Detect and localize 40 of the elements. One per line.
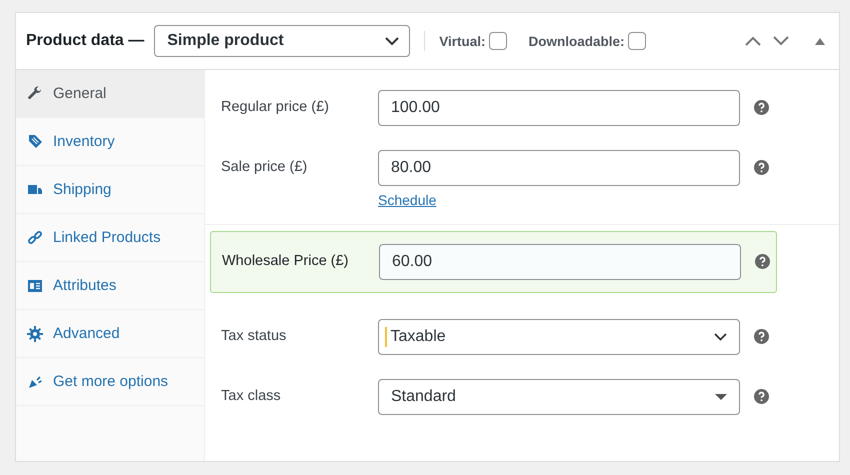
help-icon[interactable] xyxy=(754,389,769,404)
input-field[interactable]: 80.00 xyxy=(378,150,740,186)
sidebar-tab[interactable]: Inventory xyxy=(16,118,204,166)
link-icon xyxy=(27,230,43,246)
help-icon[interactable] xyxy=(754,100,769,115)
input-field[interactable]: 100.00 xyxy=(378,90,740,126)
select-field[interactable]: Taxable xyxy=(378,319,740,355)
checkbox[interactable] xyxy=(628,32,646,50)
sidebar-tab[interactable]: Advanced xyxy=(16,310,204,358)
checkbox[interactable] xyxy=(488,32,506,50)
sidebar-tab[interactable]: General xyxy=(16,70,204,118)
help-icon[interactable] xyxy=(754,329,769,344)
field-label: Wholesale Price (£) xyxy=(222,252,350,269)
collapse-icon[interactable] xyxy=(815,38,825,44)
select-field[interactable]: Standard xyxy=(378,379,740,415)
chevron-down-icon xyxy=(385,36,400,46)
wrench-icon xyxy=(27,86,43,102)
field-label: Tax class xyxy=(221,387,282,404)
sidebar-tab[interactable]: Shipping xyxy=(16,166,204,214)
help-icon[interactable] xyxy=(755,254,770,269)
input-field[interactable]: 60.00 xyxy=(379,244,741,280)
chevron-down-icon xyxy=(714,333,727,341)
option-label: Virtual: xyxy=(439,34,486,48)
move-up-icon[interactable] xyxy=(745,36,761,46)
tag-icon xyxy=(27,134,43,150)
help-icon[interactable] xyxy=(754,160,769,175)
field-label: Tax status xyxy=(221,327,288,344)
sidebar-tab[interactable]: Linked Products xyxy=(16,214,204,262)
product-type-select[interactable]: Simple product xyxy=(154,25,410,57)
move-down-icon[interactable] xyxy=(773,36,789,46)
sidebar-tab[interactable]: Get more options xyxy=(16,358,204,406)
panel-title: Product data — xyxy=(26,32,144,50)
gear-icon xyxy=(27,326,43,342)
sidebar-tab[interactable]: Attributes xyxy=(16,262,204,310)
option-label: Downloadable: xyxy=(528,34,625,48)
schedule-link[interactable]: Schedule xyxy=(378,192,436,208)
list-icon xyxy=(27,278,43,294)
field-label: Regular price (£) xyxy=(221,98,330,115)
dropdown-arrow-icon xyxy=(715,394,727,400)
field-label: Sale price (£) xyxy=(221,158,308,175)
